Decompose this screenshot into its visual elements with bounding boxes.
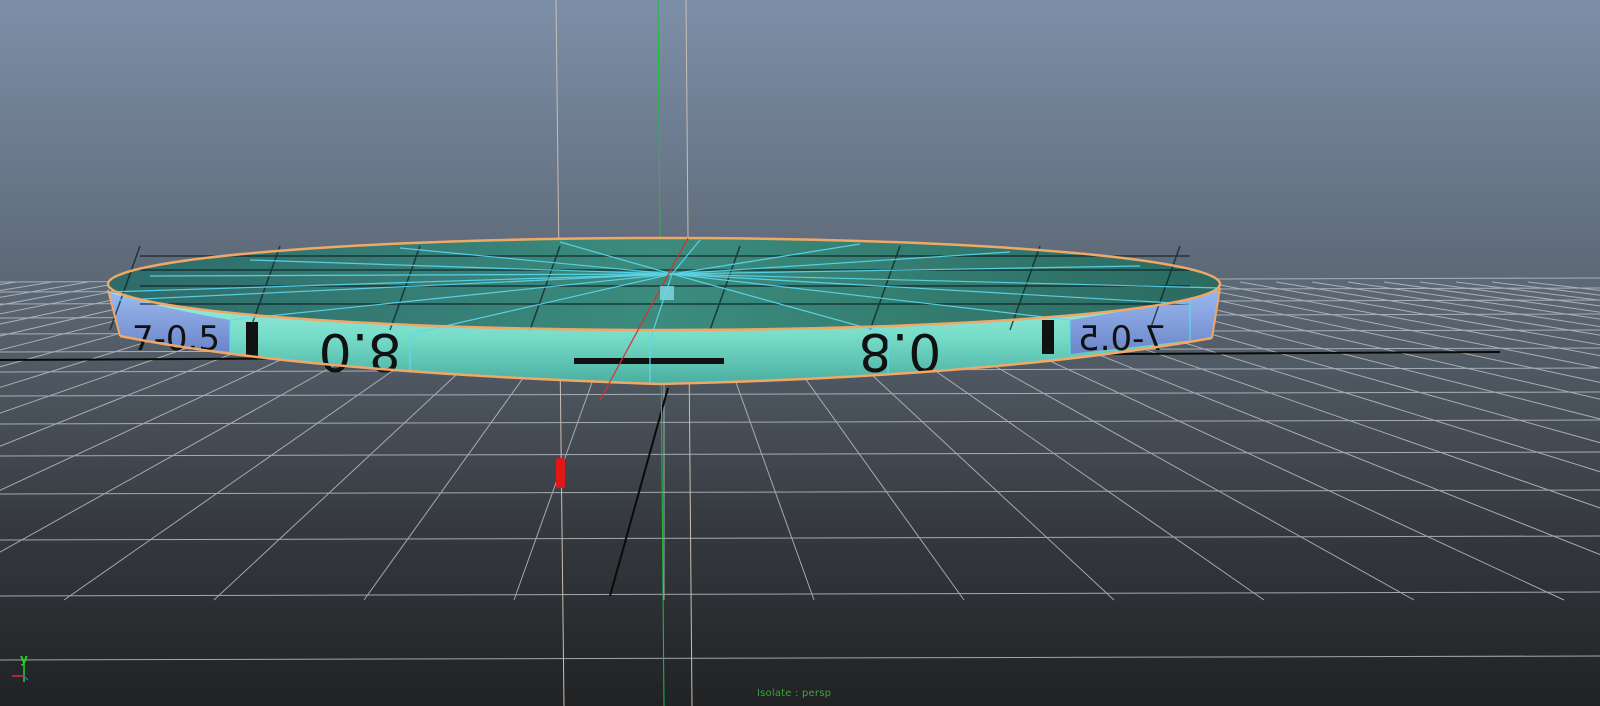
rim-label-left-outer: 7-0.5	[132, 319, 220, 359]
maya-perspective-viewport[interactable]: 7-0.5 0.8 8.0 7-0.5 y Isolate: persp	[0, 0, 1600, 706]
axis-gizmo-icon: y	[4, 652, 32, 688]
camera-label: Isolate : persp	[757, 688, 832, 699]
rim-label-left-inner: 0.8	[319, 321, 402, 381]
rim-marker-right	[1042, 320, 1054, 354]
rim-marker-left	[246, 322, 258, 356]
viewport-scene[interactable]: 7-0.5 0.8 8.0 7-0.5	[0, 0, 1600, 706]
axis-gizmo-lines	[12, 664, 29, 682]
rim-dash-center	[574, 358, 724, 364]
